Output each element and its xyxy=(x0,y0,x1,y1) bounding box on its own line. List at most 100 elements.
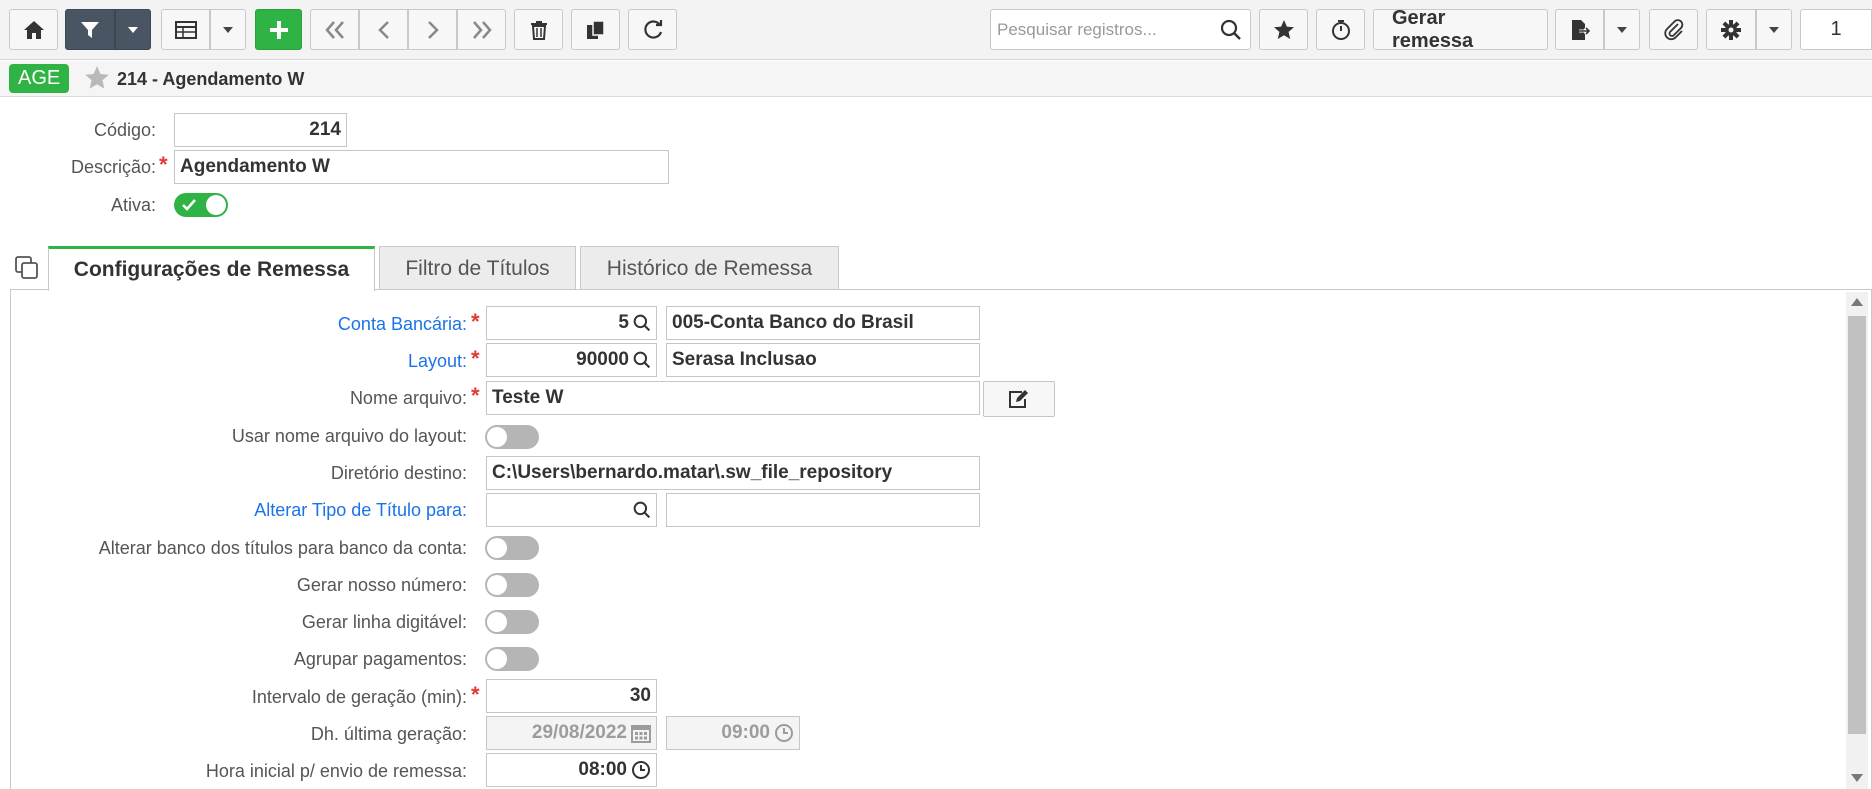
settings-button[interactable] xyxy=(1706,9,1756,50)
diretorio-label: Diretório destino: xyxy=(330,463,467,483)
grid-view-dropdown-button[interactable] xyxy=(210,9,246,50)
usar-nome-toggle[interactable] xyxy=(485,425,539,449)
layout-code-field[interactable]: 90000 xyxy=(486,343,657,377)
intervalo-field[interactable]: 30 xyxy=(486,679,657,713)
double-chevron-left-icon xyxy=(324,20,344,39)
nome-arquivo-field[interactable]: Teste W xyxy=(486,381,980,415)
nosso-numero-toggle[interactable] xyxy=(485,573,539,597)
next-record-button[interactable] xyxy=(408,9,457,50)
layout-desc-field: Serasa Inclusao xyxy=(666,343,980,377)
add-button[interactable] xyxy=(255,9,302,50)
refresh-button[interactable] xyxy=(628,9,677,50)
duplicate-button[interactable] xyxy=(571,9,620,50)
linha-digitavel-label: Gerar linha digitável: xyxy=(301,612,467,632)
alterar-tipo-label[interactable]: Alterar Tipo de Título para: xyxy=(200,500,467,521)
double-chevron-right-icon xyxy=(472,20,492,39)
chevron-left-icon xyxy=(377,20,389,39)
settings-dropdown-button[interactable] xyxy=(1756,9,1792,50)
tab-historico-remessa[interactable]: Histórico de Remessa xyxy=(580,246,839,290)
agrupar-label: Agrupar pagamentos: xyxy=(293,649,467,669)
clock-icon[interactable] xyxy=(631,760,651,780)
first-record-button[interactable] xyxy=(310,9,359,50)
caret-down-icon xyxy=(1769,26,1779,33)
tab-configuracoes-remessa[interactable]: Configurações de Remessa xyxy=(48,246,375,291)
clock-icon xyxy=(774,723,794,743)
caret-down-icon xyxy=(128,26,138,33)
page-number[interactable]: 1 xyxy=(1800,9,1872,50)
filter-button[interactable] xyxy=(65,9,115,50)
timer-button[interactable] xyxy=(1316,9,1365,50)
gear-icon xyxy=(1721,19,1741,40)
filter-dropdown-button[interactable] xyxy=(115,9,151,50)
stopwatch-icon xyxy=(1331,19,1350,40)
file-export-icon xyxy=(1571,19,1590,40)
nome-arquivo-label: Nome arquivo: xyxy=(349,388,467,408)
trash-icon xyxy=(530,20,547,40)
search-input[interactable] xyxy=(991,10,1211,49)
search-icon[interactable] xyxy=(633,501,651,519)
dh-date-field: 29/08/2022 xyxy=(486,716,657,750)
favorite-button[interactable] xyxy=(1259,9,1308,50)
favorite-star-icon[interactable] xyxy=(84,65,110,96)
codigo-field[interactable]: 214 xyxy=(174,113,347,147)
delete-button[interactable] xyxy=(514,9,563,50)
required-marker: * xyxy=(471,383,480,408)
scrollbar-thumb[interactable] xyxy=(1848,316,1866,734)
calendar-icon xyxy=(631,723,651,743)
diretorio-field[interactable]: C:\Users\bernardo.matar\.sw_file_reposit… xyxy=(486,456,980,490)
required-marker: * xyxy=(471,309,480,334)
previous-record-button[interactable] xyxy=(359,9,408,50)
layout-label[interactable]: Layout: xyxy=(200,351,467,372)
intervalo-label: Intervalo de geração (min): xyxy=(251,687,467,707)
search-icon[interactable] xyxy=(633,314,651,332)
hora-inicial-value: 08:00 xyxy=(578,759,627,780)
title-bar: AGE 214 - Agendamento W xyxy=(0,61,1872,97)
caret-down-icon xyxy=(223,26,233,33)
linha-digitavel-toggle[interactable] xyxy=(485,610,539,634)
usar-nome-label: Usar nome arquivo do layout: xyxy=(231,426,467,446)
edit-filename-button[interactable] xyxy=(983,381,1055,417)
required-marker: * xyxy=(471,682,480,707)
search-icon[interactable] xyxy=(633,351,651,369)
required-marker: * xyxy=(471,346,480,371)
alterar-tipo-code-field[interactable] xyxy=(486,493,657,527)
tab-filtro-titulos[interactable]: Filtro de Títulos xyxy=(379,246,576,290)
attachment-button[interactable] xyxy=(1649,9,1698,50)
copy-tabs-icon[interactable] xyxy=(14,255,40,286)
alterar-banco-toggle[interactable] xyxy=(485,536,539,560)
copy-icon xyxy=(586,19,605,39)
alterar-banco-label: Alterar banco dos títulos para banco da … xyxy=(98,538,467,558)
scroll-up-arrow-icon[interactable] xyxy=(1851,298,1863,306)
descricao-field[interactable]: Agendamento W xyxy=(174,150,669,184)
conta-bancaria-desc-field: 005-Conta Banco do Brasil xyxy=(666,306,980,340)
export-dropdown-button[interactable] xyxy=(1604,9,1640,50)
agrupar-toggle[interactable] xyxy=(485,647,539,671)
chevron-right-icon xyxy=(427,20,439,39)
dh-time-field: 09:00 xyxy=(666,716,800,750)
grid-view-button[interactable] xyxy=(161,9,210,50)
generate-remittance-button[interactable]: Gerar remessa xyxy=(1373,7,1548,52)
ativa-label: Ativa: xyxy=(110,195,156,215)
hora-inicial-field[interactable]: 08:00 xyxy=(486,753,657,787)
dh-ultima-label: Dh. última geração: xyxy=(310,724,467,744)
required-marker: * xyxy=(159,152,168,177)
home-button[interactable] xyxy=(9,9,58,50)
home-icon xyxy=(23,20,44,39)
refresh-icon xyxy=(643,19,662,39)
toolbar: Gerar remessa 1 xyxy=(0,0,1872,60)
search-box xyxy=(990,9,1251,50)
nosso-numero-label: Gerar nosso número: xyxy=(296,575,467,595)
descricao-label: Descrição: xyxy=(70,157,156,177)
module-badge: AGE xyxy=(9,64,70,93)
dh-date: 29/08/2022 xyxy=(531,722,627,743)
export-button[interactable] xyxy=(1555,9,1604,50)
plus-icon xyxy=(269,20,288,39)
table-icon xyxy=(174,20,197,39)
page-title: 214 - Agendamento W xyxy=(117,69,305,89)
last-record-button[interactable] xyxy=(457,9,506,50)
search-icon[interactable] xyxy=(1220,19,1242,46)
conta-bancaria-code-field[interactable]: 5 xyxy=(486,306,657,340)
conta-bancaria-label[interactable]: Conta Bancária: xyxy=(200,314,467,335)
scroll-down-arrow-icon[interactable] xyxy=(1851,774,1863,782)
ativa-toggle[interactable] xyxy=(174,193,228,217)
